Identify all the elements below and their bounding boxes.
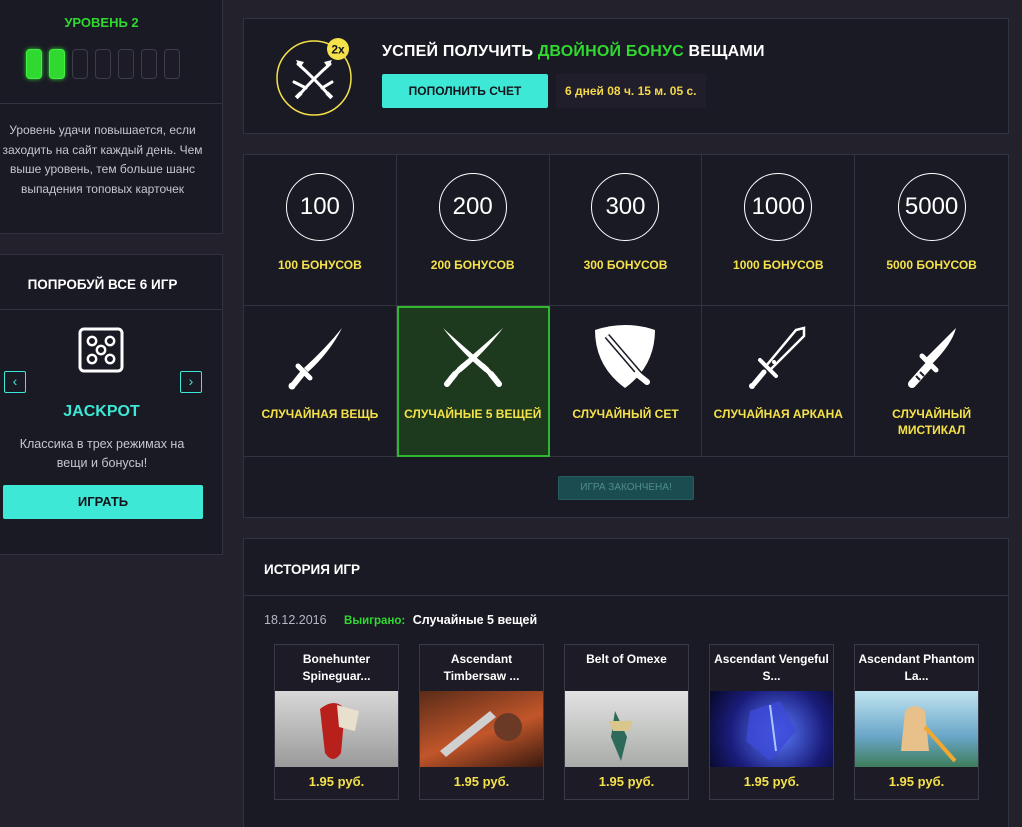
history-result: Случайные 5 вещей [412,613,538,627]
topup-button[interactable]: ПОПОЛНИТЬ СЧЕТ [382,74,548,108]
bonus-amount: 1000 [744,173,813,241]
games-promo-title: ПОПРОБУЙ ВСЕ 6 ИГР [27,277,178,292]
level-description: Уровень удачи повышается, если заходить … [2,123,203,196]
bonus-option-1000[interactable]: 1000 1000 БОНУСОВ [702,155,856,306]
item-option-label: СЛУЧАЙНЫЙ СЕТ [572,407,679,421]
bonus-amount: 200 [438,173,507,241]
crossed-swords-badge-icon: 2x [276,38,352,116]
bonus-headline-highlight: ДВОЙНОЙ БОНУС [537,43,684,60]
won-item-price: 1.95 руб. [453,774,510,789]
level-bar [118,49,134,79]
item-option-label: СЛУЧАЙНЫЙ МИСТИКАЛ [892,407,972,437]
won-item-name: Belt of Omexe [586,652,667,666]
bonus-badge: 2x [331,43,345,57]
luck-level-panel: УРОВЕНЬ 2 Уровень удачи повышается, если… [0,0,223,234]
won-item-price: 1.95 руб. [888,774,945,789]
dagger-icon [907,328,956,388]
bonus-headline-prefix: УСПЕЙ ПОЛУЧИТЬ [382,43,534,60]
won-item-card[interactable]: Ascendant Timbersaw ... 1.95 руб. [419,644,544,800]
won-item-name: Ascendant Timbersaw ... [443,652,520,683]
history-title: ИСТОРИЯ ИГР [264,562,361,577]
bonus-amount: 5000 [897,173,966,241]
item-option-random-item[interactable]: СЛУЧАЙНАЯ ВЕЩЬ [244,306,397,457]
won-item-image [420,691,543,767]
won-item-card[interactable]: Ascendant Phantom La... 1.95 руб. [854,644,979,800]
bonus-headline-suffix: ВЕЩАМИ [688,43,765,60]
won-item-name: Ascendant Vengeful S... [714,652,829,683]
game-description: Классика в трех режимах на вещи и бонусы… [19,437,185,470]
bonus-option-200[interactable]: 200 200 БОНУСОВ [397,155,550,306]
dice-icon [78,327,124,373]
level-bar [49,49,65,79]
double-bonus-banner: 2x УСПЕЙ ПОЛУЧИТЬ ДВОЙНОЙ БОНУС ВЕЩАМИ П… [243,18,1009,134]
next-game-button[interactable]: › [180,371,202,393]
sword-icon [288,328,342,390]
won-item-image [565,691,688,767]
history-date: 18.12.2016 [264,613,327,627]
item-option-random-5-items[interactable]: СЛУЧАЙНЫЕ 5 ВЕЩЕЙ [396,306,550,457]
level-bar [95,49,111,79]
won-item-price: 1.95 руб. [598,774,655,789]
bonus-option-300[interactable]: 300 300 БОНУСОВ [550,155,703,306]
play-button[interactable]: ИГРАТЬ [3,485,203,519]
item-option-label: СЛУЧАЙНАЯ ВЕЩЬ [261,407,379,421]
games-promo-panel: ПОПРОБУЙ ВСЕ 6 ИГР ‹ › JACKPOT Классика … [0,254,223,555]
item-option-label: СЛУЧАЙНАЯ АРКАНА [713,407,843,421]
item-option-random-set[interactable]: СЛУЧАЙНЫЙ СЕТ [550,306,703,457]
item-option-label: СЛУЧАЙНЫЕ 5 ВЕЩЕЙ [404,407,542,421]
bonus-option-label: 100 БОНУСОВ [277,258,362,272]
item-option-random-mythical[interactable]: СЛУЧАЙНЫЙ МИСТИКАЛ [855,306,1008,457]
bonus-option-label: 200 БОНУСОВ [430,258,515,272]
won-item-image [855,691,978,767]
ornate-sword-icon [749,326,806,389]
divider [244,595,1008,596]
bonus-option-label: 5000 БОНУСОВ [886,258,977,272]
bonus-option-label: 1000 БОНУСОВ [733,258,824,272]
bonus-option-100[interactable]: 100 100 БОНУСОВ [244,155,397,306]
chevron-right-icon: › [188,373,194,389]
won-items-list: Bonehunter Spineguar... 1.95 руб. Ascend… [274,644,979,800]
chevron-left-icon: ‹ [12,373,18,389]
crossed-swords-icon [442,328,503,387]
prev-game-button[interactable]: ‹ [4,371,26,393]
won-item-name: Ascendant Phantom La... [858,652,975,683]
item-option-random-arcana[interactable]: СЛУЧАЙНАЯ АРКАНА [702,306,856,457]
item-options-row: СЛУЧАЙНАЯ ВЕЩЬ СЛУЧАЙНЫЕ 5 ВЕЩЕЙ СЛУЧАЙН… [244,306,1008,457]
won-item-card[interactable]: Bonehunter Spineguar... 1.95 руб. [274,644,399,800]
level-progress [26,49,180,79]
history-won-label: Выиграно: [344,615,406,627]
level-bar [141,49,157,79]
bonus-option-label: 300 БОНУСОВ [583,258,668,272]
won-item-price: 1.95 руб. [743,774,800,789]
bonus-amount: 100 [285,173,354,241]
level-bar [72,49,88,79]
shield-sword-icon [595,325,656,388]
won-item-card[interactable]: Ascendant Vengeful S... 1.95 руб. [709,644,834,800]
divider [0,309,222,310]
level-bar [26,49,42,79]
bonus-headline: УСПЕЙ ПОЛУЧИТЬ ДВОЙНОЙ БОНУС ВЕЩАМИ [382,43,765,61]
game-over-button[interactable]: ИГРА ЗАКОНЧЕНА! [558,476,694,500]
game-name: JACKPOT [63,403,140,420]
history-entry-meta: 18.12.2016 Выиграно: Случайные 5 вещей [264,613,537,627]
won-item-price: 1.95 руб. [308,774,365,789]
won-item-name: Bonehunter Spineguar... [302,652,371,683]
divider [0,103,222,104]
lottery-options-panel: 100 100 БОНУСОВ 200 200 БОНУСОВ 300 300 … [243,154,1009,518]
won-item-card[interactable]: Belt of Omexe 1.95 руб. [564,644,689,800]
level-title: УРОВЕНЬ 2 [64,15,139,30]
won-item-image [710,691,833,767]
game-history-panel: ИСТОРИЯ ИГР 18.12.2016 Выиграно: Случайн… [243,538,1009,827]
bonus-option-5000[interactable]: 5000 5000 БОНУСОВ [855,155,1008,306]
won-item-image [275,691,398,767]
bonus-amount: 300 [591,173,660,241]
bonus-options-row: 100 100 БОНУСОВ 200 200 БОНУСОВ 300 300 … [244,155,1008,306]
level-bar [164,49,180,79]
bonus-timer: 6 дней 08 ч. 15 м. 05 с. [556,74,706,108]
